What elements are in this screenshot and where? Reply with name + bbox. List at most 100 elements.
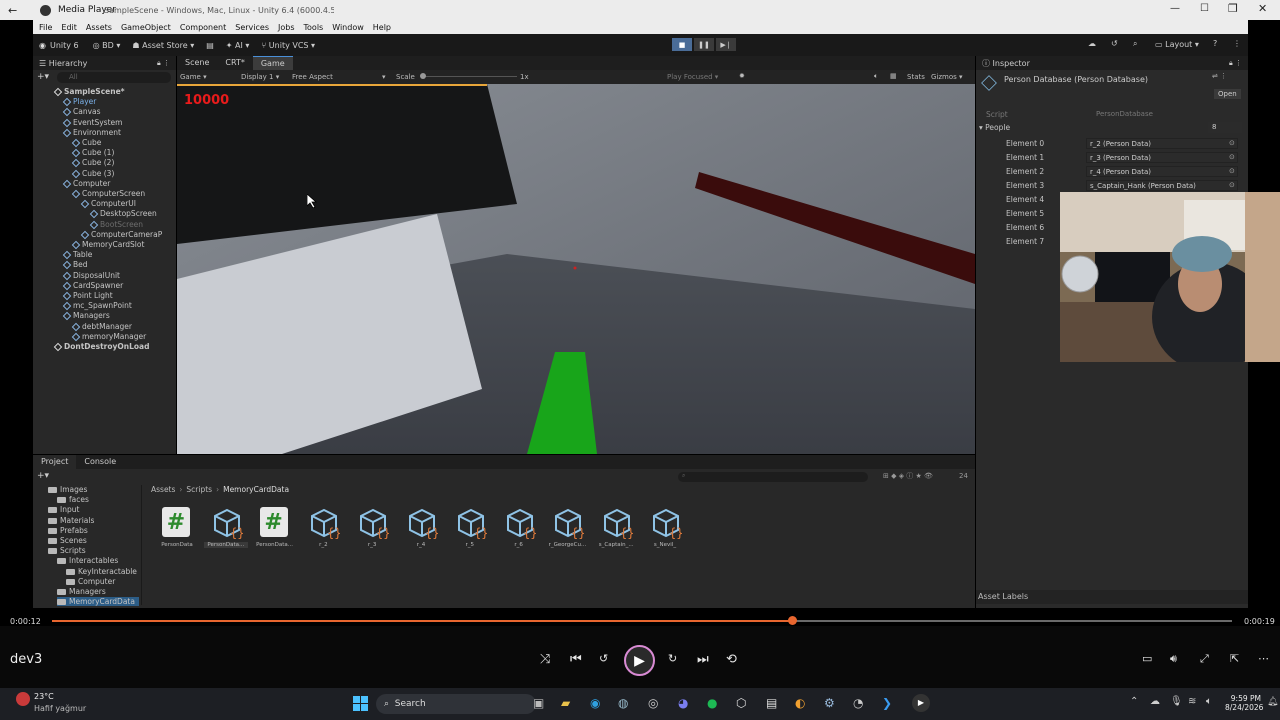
menu-item-gameobject[interactable]: GameObject [121, 23, 171, 32]
tab-crt[interactable]: CRT* [217, 56, 252, 70]
tab-project[interactable]: Project [33, 455, 77, 469]
display-dropdown[interactable]: Display 1 ▾ [241, 73, 279, 81]
menu-item-window[interactable]: Window [332, 23, 364, 32]
hierarchy-row[interactable]: ComputerScreen [71, 189, 145, 199]
people-element-field[interactable]: s_Captain_Hank (Person Data) [1086, 180, 1238, 191]
hierarchy-search-input[interactable]: All [57, 72, 171, 83]
hierarchy-row[interactable]: EventSystem [62, 118, 122, 127]
blender-icon[interactable]: ◐ [795, 696, 805, 710]
hierarchy-row[interactable]: Bed [62, 260, 88, 270]
project-asset[interactable]: # PersonData... [253, 507, 297, 548]
project-folder[interactable]: Materials [48, 516, 94, 525]
hierarchy-row[interactable]: debtManager [71, 322, 132, 331]
people-count-field[interactable]: 8 [1208, 122, 1242, 133]
object-picker-icon[interactable]: ⊙ [1229, 153, 1235, 161]
hierarchy-row[interactable]: Computer [62, 179, 110, 189]
captions-icon[interactable]: ▭ [1142, 652, 1152, 665]
spotify-icon[interactable]: ● [707, 696, 717, 710]
start-icon[interactable] [353, 696, 368, 711]
hierarchy-row[interactable]: CardSpawner [62, 281, 123, 291]
project-asset[interactable]: {} r_2 [301, 507, 345, 548]
hierarchy-row[interactable]: DesktopScreen [89, 209, 157, 219]
scale-slider[interactable] [421, 76, 517, 77]
pause-button[interactable]: ❚❚ [694, 38, 714, 51]
stop-button[interactable]: ■ [672, 38, 692, 51]
layout-dropdown[interactable]: ▭ Layout ▾ [1155, 40, 1199, 49]
menu-item-jobs[interactable]: Jobs [278, 23, 295, 32]
play-pause-button[interactable]: ▶ [624, 645, 655, 676]
play-focused-dropdown[interactable]: Play Focused ▾ [667, 73, 718, 81]
media-player-taskbar-icon[interactable]: ▶ [912, 694, 930, 712]
people-foldout[interactable]: ▾ People [979, 123, 1010, 132]
gizmos-dropdown[interactable]: Gizmos ▾ [931, 73, 963, 81]
inspector-lock-icon[interactable]: 🔒︎ ⋮ [1229, 59, 1242, 68]
speaker-icon[interactable]: 🔈︎ [1206, 696, 1212, 707]
menu-item-assets[interactable]: Assets [86, 23, 112, 32]
breadcrumb-item[interactable]: Scripts [186, 485, 212, 494]
project-asset[interactable]: {} s_Nevil_ [643, 507, 687, 548]
project-asset[interactable]: {} r_GeorgeCu... [545, 507, 589, 548]
stats-button[interactable]: Stats [907, 73, 925, 81]
object-picker-icon[interactable]: ⊙ [1229, 139, 1235, 147]
project-asset[interactable]: {} r_4 [399, 507, 443, 548]
hierarchy-row[interactable]: ComputerCameraP [80, 230, 162, 240]
people-element-field[interactable]: r_2 (Person Data) [1086, 138, 1238, 149]
people-element-field[interactable]: r_3 (Person Data) [1086, 152, 1238, 163]
seek-thumb[interactable] [787, 616, 797, 625]
previous-icon[interactable]: ⏮ [570, 652, 582, 667]
project-folder[interactable]: Computer [66, 577, 115, 586]
shuffle-icon[interactable]: ⤨ [540, 652, 550, 667]
repeat-off-icon[interactable]: ⟲ [726, 652, 737, 667]
add-object-button[interactable]: +▾ [37, 72, 49, 82]
discord-icon[interactable]: ◕ [678, 696, 688, 710]
project-asset[interactable]: {} r_3 [350, 507, 394, 548]
notification-icon[interactable]: 🔔︎ [1267, 697, 1278, 707]
rewind-10-icon[interactable]: ↺ [599, 652, 608, 665]
project-folder[interactable]: Prefabs [48, 526, 88, 535]
fullscreen-icon[interactable]: ⤢ [1200, 652, 1209, 666]
project-folder[interactable]: Input [48, 505, 79, 514]
project-search-input[interactable]: ⌕ [678, 472, 868, 482]
product-label[interactable]: Unity 6 [50, 41, 79, 50]
mic-icon[interactable]: 🎙︎ [1170, 696, 1183, 707]
breadcrumb-item[interactable]: Assets [151, 485, 175, 494]
project-folder[interactable]: Scenes [48, 536, 87, 545]
hierarchy-row[interactable]: memoryManager [71, 332, 146, 342]
tab-console[interactable]: Console [76, 455, 124, 469]
hierarchy-row[interactable]: Table [62, 250, 92, 260]
project-asset[interactable]: {} s_Captain_... [594, 507, 638, 548]
project-asset[interactable]: # PersonData [155, 507, 199, 548]
vcs-button[interactable]: ⑂ Unity VCS ▾ [261, 41, 315, 50]
hierarchy-row[interactable]: BootScreen [89, 220, 143, 229]
breadcrumb-item[interactable]: MemoryCardData [223, 485, 289, 494]
hierarchy-row[interactable]: Cube (1) [71, 148, 114, 158]
edge-icon[interactable]: ◉ [590, 696, 600, 710]
menu-item-tools[interactable]: Tools [304, 23, 324, 32]
hierarchy-row[interactable]: Managers [62, 311, 110, 321]
package-icon[interactable]: ▤ [206, 41, 214, 50]
account-dropdown[interactable]: ◎ BD ▾ [93, 41, 121, 50]
asset-labels-header[interactable]: Asset Labels [976, 590, 1248, 604]
hierarchy-row[interactable]: ComputerUI [80, 199, 136, 209]
next-icon[interactable]: ⏭ [697, 652, 709, 667]
search-icon[interactable]: ⌕ [1133, 39, 1137, 49]
project-add-button[interactable]: +▾ [37, 471, 49, 481]
lock-icon[interactable]: 🔒︎ ⋮ [157, 59, 170, 68]
project-folder[interactable]: Interactables [57, 556, 118, 565]
tab-game[interactable]: Game [252, 56, 293, 70]
back-icon[interactable]: ← [8, 4, 17, 17]
weather-temp[interactable]: 23°C [34, 692, 54, 701]
menu-item-file[interactable]: File [39, 23, 52, 32]
audio-icon[interactable]: 🔈︎ [874, 72, 878, 81]
file-explorer-icon[interactable]: ▰ [561, 696, 570, 710]
project-folder[interactable]: Managers [57, 587, 106, 596]
tray-chevron-icon[interactable]: ⌃ [1130, 696, 1138, 707]
cast-icon[interactable]: ⇱ [1230, 652, 1239, 665]
steam-icon[interactable]: ◍ [618, 696, 628, 710]
project-filter-icons[interactable]: ⊞ ◆ ◈ ⓘ ★ 👁︎ [883, 471, 933, 481]
project-asset[interactable]: {} r_5 [448, 507, 492, 548]
project-folder[interactable]: Images [48, 485, 87, 494]
seek-bar[interactable] [52, 620, 1232, 622]
game-render[interactable] [177, 84, 975, 454]
hierarchy-row[interactable]: MemoryCardSlot [71, 240, 144, 250]
